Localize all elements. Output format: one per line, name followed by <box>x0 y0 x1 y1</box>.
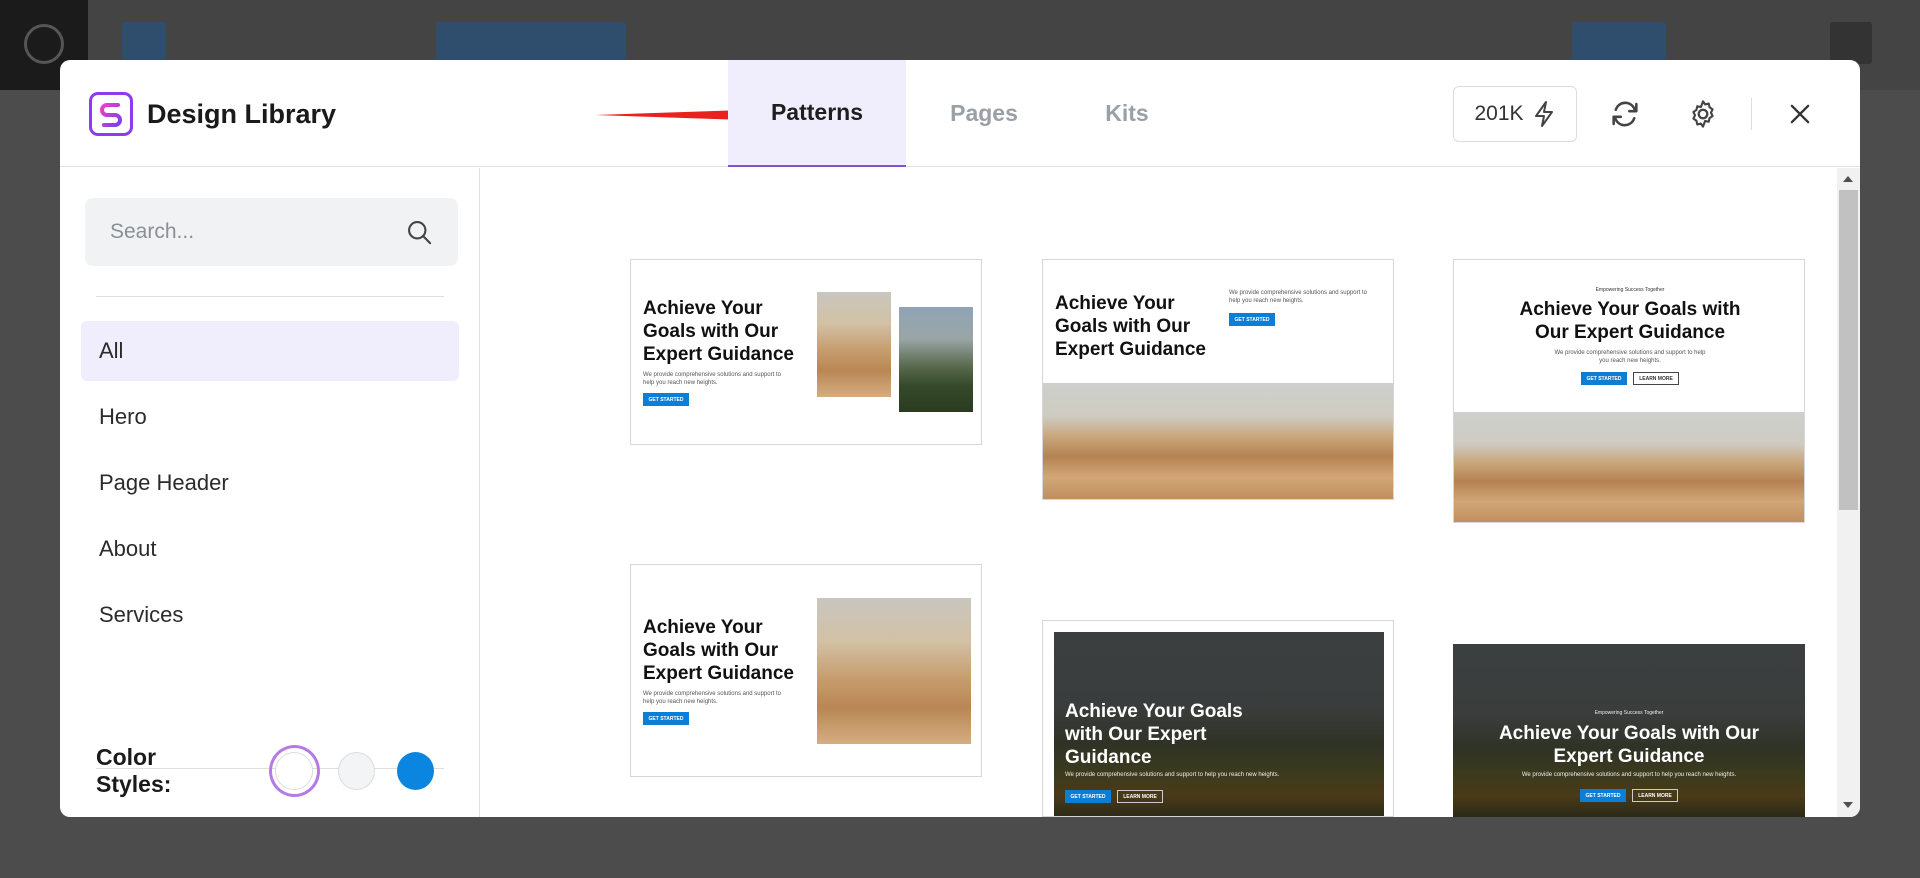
refresh-button[interactable] <box>1605 94 1645 134</box>
tab-kits[interactable]: Kits <box>1062 60 1192 167</box>
category-item-services-list[interactable]: Services List <box>81 651 459 669</box>
category-item-about[interactable]: About <box>81 519 459 579</box>
close-icon <box>1790 104 1810 124</box>
pattern-card[interactable]: Empowering Success Together Achieve Your… <box>1453 644 1805 817</box>
color-swatch-white[interactable] <box>268 745 320 797</box>
desert-image <box>1043 383 1393 499</box>
editor-publish-button <box>1572 22 1666 64</box>
credits-value: 201K <box>1474 102 1524 125</box>
credits-counter[interactable]: 201K <box>1453 86 1577 142</box>
mountain-forest-image <box>899 307 973 412</box>
category-item-hero[interactable]: Hero <box>81 387 459 447</box>
editor-design-library-button <box>436 22 626 64</box>
design-library-modal: Design Library Patterns Pages Kits 201K <box>60 60 1860 817</box>
card-cta-button: GET STARTED <box>1229 313 1275 326</box>
card-title: Achieve Your Goals with Our Expert Guidanc… <box>643 617 794 684</box>
brand: Design Library <box>89 92 336 136</box>
card-secondary-button: LEARN MORE <box>1117 790 1163 803</box>
card-body: We provide comprehensive solutions and s… <box>1065 772 1280 778</box>
color-swatch-blue[interactable] <box>396 752 434 790</box>
lightning-icon <box>1534 101 1553 127</box>
card-cta-button: GET STARTED <box>643 712 689 725</box>
card-body: We provide comprehensive solutions and s… <box>1521 772 1737 778</box>
tab-pages[interactable]: Pages <box>906 60 1062 167</box>
tab-patterns[interactable]: Patterns <box>728 60 906 167</box>
settings-button[interactable] <box>1683 94 1723 134</box>
pattern-card[interactable]: Achieve Your Goals with Our Expert Guidanc… <box>1042 620 1394 817</box>
card-tagline: Empowering Success Together <box>1595 287 1665 293</box>
card-body: We provide comprehensive solutions and s… <box>643 691 781 705</box>
library-sidebar: All Hero Page Header About Services Serv… <box>60 168 480 817</box>
search-icon[interactable] <box>405 218 433 246</box>
pattern-card[interactable]: Achieve Your Goals with Our Expert Guidanc… <box>630 259 982 445</box>
modal-header: Design Library Patterns Pages Kits 201K <box>60 60 1860 167</box>
card-title: Achieve Your Goals with Our Expert Guidan… <box>1498 723 1760 767</box>
card-title: Achieve Your Goals with Our Expert Guidanc… <box>1065 701 1243 768</box>
scrollbar-thumb[interactable] <box>1839 190 1858 510</box>
card-body: We provide comprehensive solutions and s… <box>643 372 781 386</box>
card-body: We provide comprehensive solutions and s… <box>1229 290 1367 304</box>
card-tagline: Empowering Success Together <box>1594 710 1664 716</box>
category-item-services[interactable]: Services <box>81 585 459 645</box>
card-cta-button: GET STARTED <box>1065 790 1111 803</box>
card-body: We provide comprehensive solutions and s… <box>1554 350 1706 364</box>
category-item-all[interactable]: All <box>81 321 459 381</box>
gear-icon <box>1692 100 1714 128</box>
search-input[interactable] <box>85 198 405 266</box>
pattern-card[interactable]: Empowering Success Together Achieve Your… <box>1453 259 1805 523</box>
scroll-down-arrow-icon[interactable] <box>1843 802 1853 808</box>
card-cta-button: GET STARTED <box>1581 372 1627 385</box>
desert-image <box>817 598 971 744</box>
pattern-grid: Achieve Your Goals with Our Expert Guidanc… <box>481 168 1836 817</box>
modal-title: Design Library <box>147 98 337 129</box>
color-styles: Color Styles: <box>96 736 456 806</box>
close-button[interactable] <box>1780 94 1820 134</box>
color-swatch-gray[interactable] <box>337 752 375 790</box>
search-box <box>85 198 458 266</box>
sidebar-divider-top <box>96 296 444 297</box>
card-cta-button: GET STARTED <box>643 393 689 406</box>
pattern-card[interactable]: Achieve Your Goals with Our Expert Guidanc… <box>630 564 982 777</box>
color-styles-label: Color Styles: <box>96 744 172 797</box>
card-secondary-button: LEARN MORE <box>1632 789 1678 802</box>
desert-image <box>1454 412 1804 522</box>
editor-add-block-button <box>122 22 166 64</box>
category-list: All Hero Page Header About Services Serv… <box>81 321 459 669</box>
scroll-up-arrow-icon[interactable] <box>1843 176 1853 182</box>
desert-image <box>817 292 891 397</box>
header-divider <box>1751 98 1752 130</box>
card-title: Achieve Your Goals with Our Expert Guidanc… <box>1055 293 1206 360</box>
card-cta-button: GET STARTED <box>1580 789 1626 802</box>
card-title: Achieve Your Goals with Our Expert Guidanc… <box>643 298 794 365</box>
library-tabs: Patterns Pages Kits <box>728 60 1192 167</box>
editor-settings-button <box>1830 22 1872 64</box>
stackable-logo-icon <box>89 92 133 136</box>
category-item-page-header[interactable]: Page Header <box>81 453 459 513</box>
pattern-grid-scrollbar[interactable] <box>1837 168 1860 817</box>
refresh-icon <box>1612 101 1638 127</box>
pattern-card[interactable]: Achieve Your Goals with Our Expert Guidanc… <box>1042 259 1394 500</box>
card-secondary-button: LEARN MORE <box>1633 372 1679 385</box>
card-title: Achieve Your Goals with Our Expert Guidan… <box>1519 299 1741 343</box>
